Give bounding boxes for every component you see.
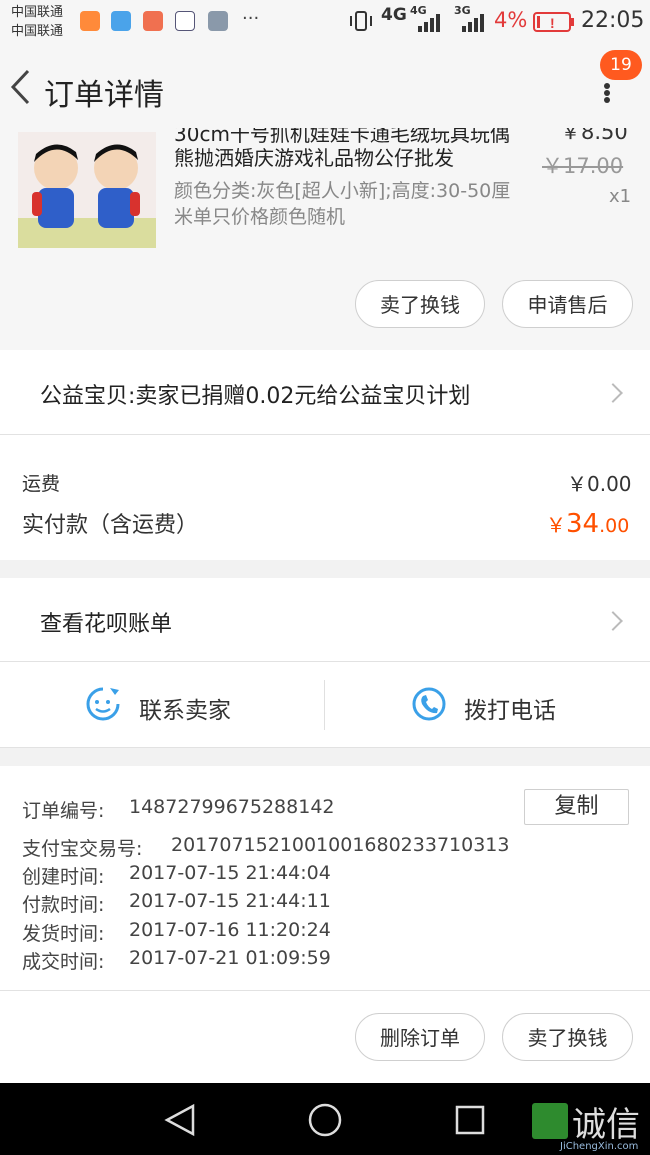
svg-text:!: ! [550, 15, 555, 31]
order-number-label: 订单编号: [22, 800, 105, 822]
chat-face-icon [86, 687, 120, 721]
paid-integer: 34 [566, 509, 600, 539]
nav-recent-apps-icon[interactable] [454, 1104, 486, 1136]
health-app-icon [111, 11, 131, 31]
charity-text: 公益宝贝:卖家已捐赠0.02元给公益宝贝计划 [40, 384, 471, 409]
nav-back-icon[interactable] [163, 1103, 197, 1137]
call-phone-label: 拨打电话 [464, 698, 556, 724]
phone-icon [412, 687, 446, 721]
battery-low-icon: ! [533, 11, 575, 37]
paid-currency: ￥ [546, 513, 566, 537]
page-title: 订单详情 [44, 78, 164, 113]
watermark-text: 诚信 [572, 1105, 640, 1145]
copy-order-button[interactable]: 复制 [524, 789, 629, 825]
apply-after-sale-button[interactable]: 申请售后 [502, 280, 633, 328]
vibrate-icon [348, 10, 374, 32]
signal-icon-2 [460, 12, 486, 38]
product-card[interactable]: 30cm十号抓机娃娃卡通毛绒玩具玩偶 熊抛洒婚庆游戏礼品物公仔批发 颜色分类:灰… [0, 128, 650, 350]
paid-amount: ￥34.00 [546, 509, 629, 539]
more-menu-button[interactable] [594, 80, 620, 106]
paid-label: 实付款（含运费） [22, 513, 199, 538]
system-nav-bar: 诚信 JiChengXin.com [0, 1083, 650, 1155]
status-bar: 中国联通 中国联通 ··· 4G 4G 3G 4% ! 22:05 [0, 0, 650, 44]
sell-for-cash-button[interactable]: 卖了换钱 [502, 1013, 633, 1061]
back-button[interactable] [8, 68, 34, 106]
shield-app-icon [175, 11, 195, 31]
alipay-trade-value: 2017071521001001680233710313 [171, 834, 510, 856]
more-dot-icon [604, 90, 610, 96]
shipping-label: 运费 [22, 473, 61, 495]
product-price: ￥8.50 [560, 128, 628, 144]
carrier-2: 中国联通 [11, 24, 64, 39]
network-4g-1: 4G [381, 5, 407, 25]
shipped-time-label: 发货时间: [22, 923, 105, 945]
clock: 22:05 [581, 8, 645, 33]
call-phone-button[interactable]: 拨打电话 [325, 662, 650, 747]
product-quantity: x1 [609, 186, 632, 207]
order-number-value: 14872799675288142 [129, 796, 335, 818]
more-notifications-icon: ··· [242, 8, 260, 29]
chevron-right-icon [603, 383, 623, 403]
paid-decimal: .00 [599, 515, 630, 537]
back-arrow-icon [10, 69, 30, 105]
deal-time-value: 2017-07-21 01:09:59 [129, 947, 331, 969]
created-time-value: 2017-07-15 21:44:04 [129, 862, 331, 884]
battery-percent: 4% [494, 8, 528, 32]
chevron-right-icon [603, 611, 623, 631]
nav-home-icon[interactable] [307, 1102, 343, 1138]
more-dot-icon [604, 83, 610, 89]
divider [0, 747, 650, 748]
battery-alert-icon [143, 11, 163, 31]
uc-browser-icon [80, 11, 100, 31]
huabei-text: 查看花呗账单 [40, 612, 173, 637]
notification-badge[interactable]: 19 [600, 50, 642, 80]
charity-row[interactable]: 公益宝贝:卖家已捐赠0.02元给公益宝贝计划 [0, 350, 650, 434]
fee-section: 运费 ￥0.00 实付款（含运费） ￥34.00 [0, 435, 650, 560]
shipping-value: ￥0.00 [567, 472, 632, 496]
gallery-icon [208, 11, 228, 31]
contact-seller-label: 联系卖家 [139, 698, 231, 724]
shipped-time-value: 2017-07-16 11:20:24 [129, 919, 331, 941]
product-image [18, 132, 156, 248]
bottom-action-bar: 删除订单 卖了换钱 [0, 991, 650, 1083]
alipay-trade-label: 支付宝交易号: [22, 838, 143, 860]
contact-seller-button[interactable]: 联系卖家 [0, 662, 325, 747]
product-sku: 颜色分类:灰色[超人小新];高度:30-50厘米单只价格颜色随机 [174, 180, 511, 228]
paid-time-value: 2017-07-15 21:44:11 [129, 890, 331, 912]
sell-for-cash-button[interactable]: 卖了换钱 [355, 280, 485, 328]
signal-icon-1 [416, 12, 442, 38]
created-time-label: 创建时间: [22, 866, 105, 888]
deal-time-label: 成交时间: [22, 951, 105, 973]
watermark-logo-icon [532, 1103, 568, 1139]
paid-time-label: 付款时间: [22, 894, 105, 916]
carrier-1: 中国联通 [11, 5, 64, 20]
watermark-url: JiChengXin.com [560, 1141, 639, 1152]
contact-row: 联系卖家 拨打电话 [0, 662, 650, 747]
product-original-price: ￥17.00 [542, 154, 624, 178]
more-dot-icon [604, 97, 610, 103]
delete-order-button[interactable]: 删除订单 [355, 1013, 485, 1061]
product-name: 熊抛洒婚庆游戏礼品物公仔批发 [174, 146, 454, 170]
huabei-row[interactable]: 查看花呗账单 [0, 578, 650, 661]
order-info-section: 复制 订单编号: 14872799675288142 支付宝交易号: 20170… [0, 766, 650, 990]
